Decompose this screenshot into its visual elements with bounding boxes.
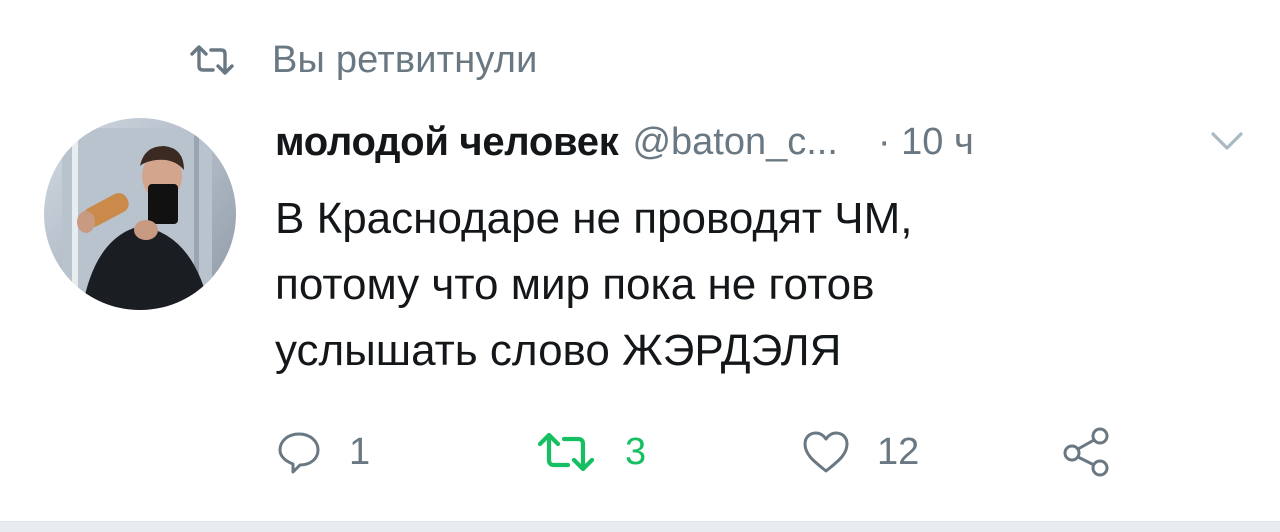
like-button[interactable]: 12 (801, 420, 919, 484)
avatar-image (44, 118, 236, 310)
reply-count: 1 (349, 430, 371, 473)
retweet-icon (190, 45, 234, 75)
tweet-header: молодой человек @baton_c... · 10 ч (275, 116, 1245, 168)
avatar[interactable] (44, 118, 236, 310)
chevron-down-icon[interactable] (1209, 128, 1245, 154)
tweet-actions: 1 3 12 (275, 420, 1175, 490)
retweet-count: 3 (625, 430, 647, 473)
retweet-context: Вы ретвитнули (190, 38, 538, 82)
tweet-text-line: потому что мир пока не готов (275, 260, 875, 309)
share-button[interactable] (1060, 420, 1114, 484)
separator-dot: · (877, 120, 891, 163)
like-count: 12 (877, 430, 920, 473)
retweet-context-label: Вы ретвитнули (272, 39, 538, 81)
tweet-text-line: В Краснодаре не проводят ЧМ, (275, 194, 913, 243)
heart-icon (803, 431, 849, 473)
reply-icon (278, 432, 320, 474)
author-handle[interactable]: @baton_c... (632, 121, 837, 164)
retweet-icon (537, 432, 595, 472)
tweet-text: В Краснодаре не проводят ЧМ, потому что … (275, 186, 1175, 384)
share-icon (1063, 427, 1109, 477)
tweet-text-line: услышать слово ЖЭРДЭЛЯ (275, 326, 842, 375)
divider (0, 521, 1280, 532)
reply-button[interactable]: 1 (275, 420, 370, 484)
author-display-name[interactable]: молодой человек (275, 120, 619, 165)
retweet-button[interactable]: 3 (537, 420, 646, 484)
time-label: 10 ч (901, 120, 974, 163)
tweet-timestamp[interactable]: · 10 ч (878, 121, 974, 164)
